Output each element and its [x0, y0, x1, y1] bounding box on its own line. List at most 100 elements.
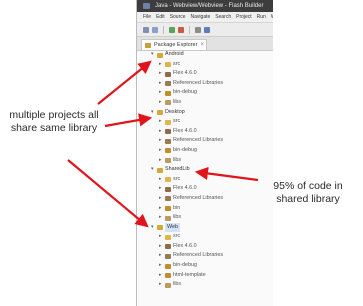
- chevron-right-icon[interactable]: ▸: [159, 88, 162, 98]
- tree-item-label: libs: [173, 156, 182, 163]
- chevron-down-icon[interactable]: ▾: [151, 165, 154, 175]
- chevron-down-icon[interactable]: ▾: [151, 108, 154, 118]
- tree-item-row[interactable]: ▸ Flex 4.6.0: [137, 69, 273, 79]
- search-icon[interactable]: [195, 26, 201, 33]
- tree-item-row[interactable]: ▸ Referenced Libraries: [137, 136, 273, 146]
- menu-item-window[interactable]: Window: [271, 12, 273, 22]
- chevron-right-icon[interactable]: ▸: [159, 184, 162, 194]
- tree-item-row[interactable]: ▸ bin: [137, 204, 273, 214]
- chevron-right-icon[interactable]: ▸: [159, 280, 162, 290]
- folder-icon: [165, 273, 171, 279]
- chevron-right-icon[interactable]: ▸: [159, 194, 162, 204]
- chevron-right-icon[interactable]: ▸: [159, 127, 162, 137]
- tree-item-row[interactable]: ▸ libs: [137, 98, 273, 108]
- project-folder-icon: [157, 225, 163, 231]
- tree-project-row[interactable]: ▾ Web: [137, 222, 273, 233]
- library-icon: [165, 71, 171, 77]
- folder-icon: [165, 158, 171, 164]
- chevron-right-icon[interactable]: ▸: [159, 156, 162, 166]
- tree-item-row[interactable]: ▸ Flex 4.6.0: [137, 127, 273, 137]
- chevron-right-icon[interactable]: ▸: [159, 79, 162, 89]
- tree-item-label: html-template: [173, 271, 206, 278]
- tree-item-row[interactable]: ▸ Referenced Libraries: [137, 194, 273, 204]
- tree-item-label: Android: [165, 51, 184, 57]
- tree-item-row[interactable]: ▸ Referenced Libraries: [137, 251, 273, 261]
- tree-item-row[interactable]: ▸ src: [137, 232, 273, 242]
- tree-item-row[interactable]: ▸ src: [137, 117, 273, 127]
- chevron-right-icon[interactable]: ▸: [159, 232, 162, 242]
- app-icon: [143, 3, 150, 9]
- tree-item-label: Flex 4.6.0: [173, 127, 197, 134]
- tree-item-row[interactable]: ▸ src: [137, 60, 273, 70]
- folder-icon: [165, 282, 171, 288]
- tree-item-label: Desktop: [165, 108, 185, 115]
- tree-project-row[interactable]: ▾ Desktop: [137, 108, 273, 118]
- tree-item-label: bin-debug: [173, 146, 197, 153]
- tree-item-label: Flex 4.6.0: [173, 185, 197, 192]
- tree-item-row[interactable]: ▸ libs: [137, 213, 273, 223]
- close-icon[interactable]: ×: [200, 40, 204, 50]
- tree-item-label: Flex 4.6.0: [173, 242, 197, 249]
- folder-icon: [165, 263, 171, 269]
- project-folder-icon: [157, 52, 163, 58]
- referenced-library-icon: [165, 253, 171, 259]
- tree-item-row[interactable]: ▸ bin-debug: [137, 261, 273, 271]
- tree-item-row[interactable]: ▸ Referenced Libraries: [137, 79, 273, 89]
- menu-item-edit[interactable]: Edit: [156, 12, 165, 22]
- chevron-right-icon[interactable]: ▸: [159, 175, 162, 185]
- tree-item-row[interactable]: ▸ src: [137, 175, 273, 185]
- chevron-right-icon[interactable]: ▸: [159, 242, 162, 252]
- tree-item-row[interactable]: ▸ libs: [137, 280, 273, 290]
- project-folder-icon: [157, 110, 163, 116]
- tree-item-label: SharedLib: [165, 166, 190, 173]
- referenced-library-icon: [165, 196, 171, 202]
- tree-item-row[interactable]: ▸ libs: [137, 156, 273, 166]
- menu-item-project[interactable]: Project: [236, 12, 252, 22]
- chevron-right-icon[interactable]: ▸: [159, 261, 162, 271]
- chevron-down-icon[interactable]: ▾: [151, 223, 154, 233]
- run-icon[interactable]: [169, 26, 175, 33]
- chevron-right-icon[interactable]: ▸: [159, 98, 162, 108]
- chevron-right-icon[interactable]: ▸: [159, 146, 162, 156]
- tree-item-row[interactable]: ▸ bin-debug: [137, 88, 273, 98]
- toolbar-separator: [163, 25, 164, 34]
- chevron-right-icon[interactable]: ▸: [159, 69, 162, 79]
- tree-item-label: libs: [173, 281, 182, 288]
- package-explorer-tree: ▾ Android ▸ src ▸ Flex 4.6.0 ▸ Referenced Libra…: [137, 50, 273, 290]
- folder-icon: [165, 100, 171, 106]
- tree-item-row[interactable]: ▸ bin-debug: [137, 146, 273, 156]
- folder-icon: [165, 90, 171, 96]
- library-icon: [165, 244, 171, 250]
- chevron-down-icon[interactable]: ▾: [151, 50, 154, 60]
- annotation-multiple-projects: multiple projects all share same library: [9, 109, 99, 134]
- tree-item-label: bin: [173, 204, 181, 211]
- globe-icon[interactable]: [204, 26, 210, 33]
- tree-item-label: src: [173, 118, 181, 125]
- tree-project-row[interactable]: ▾ SharedLib: [137, 165, 273, 175]
- save-icon[interactable]: [152, 26, 158, 33]
- folder-icon: [165, 206, 171, 211]
- tab-package-explorer[interactable]: Package Explorer ×: [141, 39, 207, 50]
- chevron-right-icon[interactable]: ▸: [159, 136, 162, 146]
- chevron-right-icon[interactable]: ▸: [159, 117, 162, 127]
- tree-item-label: Referenced Libraries: [173, 79, 224, 86]
- chevron-right-icon[interactable]: ▸: [159, 60, 162, 70]
- chevron-right-icon[interactable]: ▸: [159, 271, 162, 281]
- chevron-right-icon[interactable]: ▸: [159, 204, 162, 214]
- debug-icon[interactable]: [178, 26, 184, 33]
- library-icon: [165, 129, 171, 135]
- tree-project-row[interactable]: ▾ Android: [137, 50, 273, 60]
- menu-item-navigate[interactable]: Navigate: [191, 12, 211, 22]
- tree-item-row[interactable]: ▸ Flex 4.6.0: [137, 184, 273, 194]
- chevron-right-icon[interactable]: ▸: [159, 251, 162, 261]
- tree-item-label: bin-debug: [173, 262, 197, 269]
- tree-item-row[interactable]: ▸ Flex 4.6.0: [137, 242, 273, 252]
- menu-item-search[interactable]: Search: [215, 12, 231, 22]
- package-explorer-icon: [145, 43, 151, 48]
- menu-item-run[interactable]: Run: [257, 12, 266, 22]
- new-icon[interactable]: [143, 26, 149, 33]
- menu-item-source[interactable]: Source: [170, 12, 186, 22]
- menu-item-file[interactable]: File: [143, 12, 151, 22]
- tree-item-row[interactable]: ▸ html-template: [137, 271, 273, 281]
- chevron-right-icon[interactable]: ▸: [159, 213, 162, 223]
